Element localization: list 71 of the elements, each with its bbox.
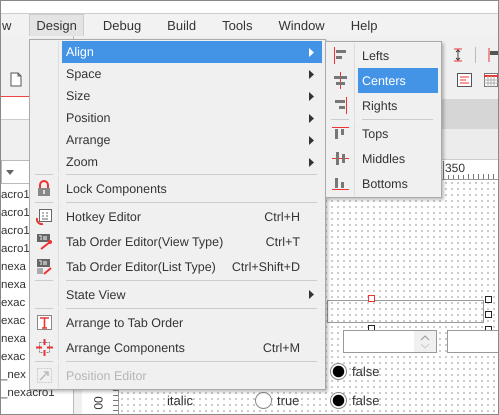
menu-item[interactable]: Arrange to Tab Order xyxy=(62,310,322,335)
resize-icon[interactable] xyxy=(453,48,463,62)
menu-item[interactable]: Middles xyxy=(358,146,438,171)
align-icon[interactable] xyxy=(488,48,498,62)
grid-icon[interactable] xyxy=(484,73,498,87)
caret-icon xyxy=(6,170,14,174)
menu-item[interactable]: Hotkey Editor Ctrl+H xyxy=(62,204,322,229)
tree-item[interactable]: acro1 xyxy=(1,243,30,255)
menu-item[interactable]: Rights xyxy=(358,93,438,118)
radio-button[interactable] xyxy=(330,392,347,409)
resize-handle[interactable] xyxy=(485,311,492,318)
shortcut-label: Ctrl+M xyxy=(262,340,300,354)
menu-bar-item[interactable]: Debug xyxy=(96,14,148,36)
menu-item[interactable]: State View xyxy=(62,282,322,307)
menu-item[interactable]: Lock Components xyxy=(62,176,322,201)
menu-item[interactable]: Size xyxy=(62,85,322,107)
menu-bar-item[interactable]: Help xyxy=(344,14,384,36)
tree-item[interactable]: acro1 xyxy=(1,225,30,237)
tab-order-icon xyxy=(36,233,52,250)
menu-item[interactable]: Position xyxy=(62,107,322,129)
align-left-icon xyxy=(332,47,348,64)
tree-item[interactable]: exac xyxy=(1,351,26,363)
radio-button[interactable] xyxy=(255,392,272,409)
radio-label: true xyxy=(277,393,300,408)
tree-item[interactable]: nexa xyxy=(1,333,26,345)
menu-item[interactable]: Tab Order Editor(List Type) Ctrl+Shift+D xyxy=(62,254,322,279)
align-bottom-icon xyxy=(332,175,348,192)
ruler-label: 00 xyxy=(92,396,106,410)
menu-item[interactable]: Space xyxy=(62,63,322,85)
align-top-icon xyxy=(332,125,348,142)
static-text: italic xyxy=(166,393,194,408)
menu-item[interactable]: Arrange Components Ctrl+M xyxy=(62,335,322,360)
resize-handle[interactable] xyxy=(485,296,492,303)
document-icon[interactable] xyxy=(10,72,22,87)
ruler-label: 350 xyxy=(443,161,466,175)
tree-item[interactable]: _nexacro1 xyxy=(1,387,55,399)
menu-bar-item[interactable]: Tools xyxy=(215,14,260,36)
menu-bar-item[interactable]: Design xyxy=(29,14,84,36)
tree-item[interactable]: nexa xyxy=(1,279,26,291)
menu-bar-item[interactable]: Build xyxy=(160,14,204,36)
align-center-icon xyxy=(332,72,348,89)
shortcut-label: Ctrl+H xyxy=(264,210,300,224)
text-icon xyxy=(36,314,52,331)
menu-item[interactable]: Lefts xyxy=(358,43,438,68)
radio-button[interactable] xyxy=(330,363,347,380)
menu-bar-item[interactable]: w xyxy=(1,14,18,36)
align-middle-icon xyxy=(332,150,348,167)
menu-item[interactable]: Bottoms xyxy=(358,171,438,196)
keyboard-icon xyxy=(36,208,52,225)
spin-field[interactable] xyxy=(343,330,437,353)
tree-item[interactable]: exac xyxy=(1,297,26,309)
menu-item[interactable]: Zoom xyxy=(62,151,322,173)
arrange-icon xyxy=(36,339,52,356)
tab-order-icon xyxy=(36,258,52,275)
menu-bar-item[interactable]: Window xyxy=(271,14,332,36)
menu-item[interactable]: Tab Order Editor(View Type) Ctrl+T xyxy=(62,229,322,254)
radio-label: false xyxy=(352,364,380,379)
resize-handle[interactable] xyxy=(368,295,375,302)
position-icon xyxy=(36,367,52,384)
menu-item[interactable]: Arrange xyxy=(62,129,322,151)
shortcut-label: Ctrl+T xyxy=(266,234,300,248)
radio-label: false xyxy=(352,393,380,408)
tree-item[interactable]: acro1 xyxy=(1,207,30,219)
text-align-icon[interactable] xyxy=(457,73,472,87)
tree-item[interactable]: acro1 xyxy=(1,189,30,201)
tree-item[interactable]: exac xyxy=(1,315,26,327)
shortcut-label: Ctrl+Shift+D xyxy=(232,260,300,274)
tree-item[interactable]: _nex xyxy=(1,369,26,381)
menu-item[interactable]: Tops xyxy=(358,121,438,146)
lock-icon xyxy=(36,180,52,197)
tree-item[interactable]: nexa xyxy=(1,261,26,273)
